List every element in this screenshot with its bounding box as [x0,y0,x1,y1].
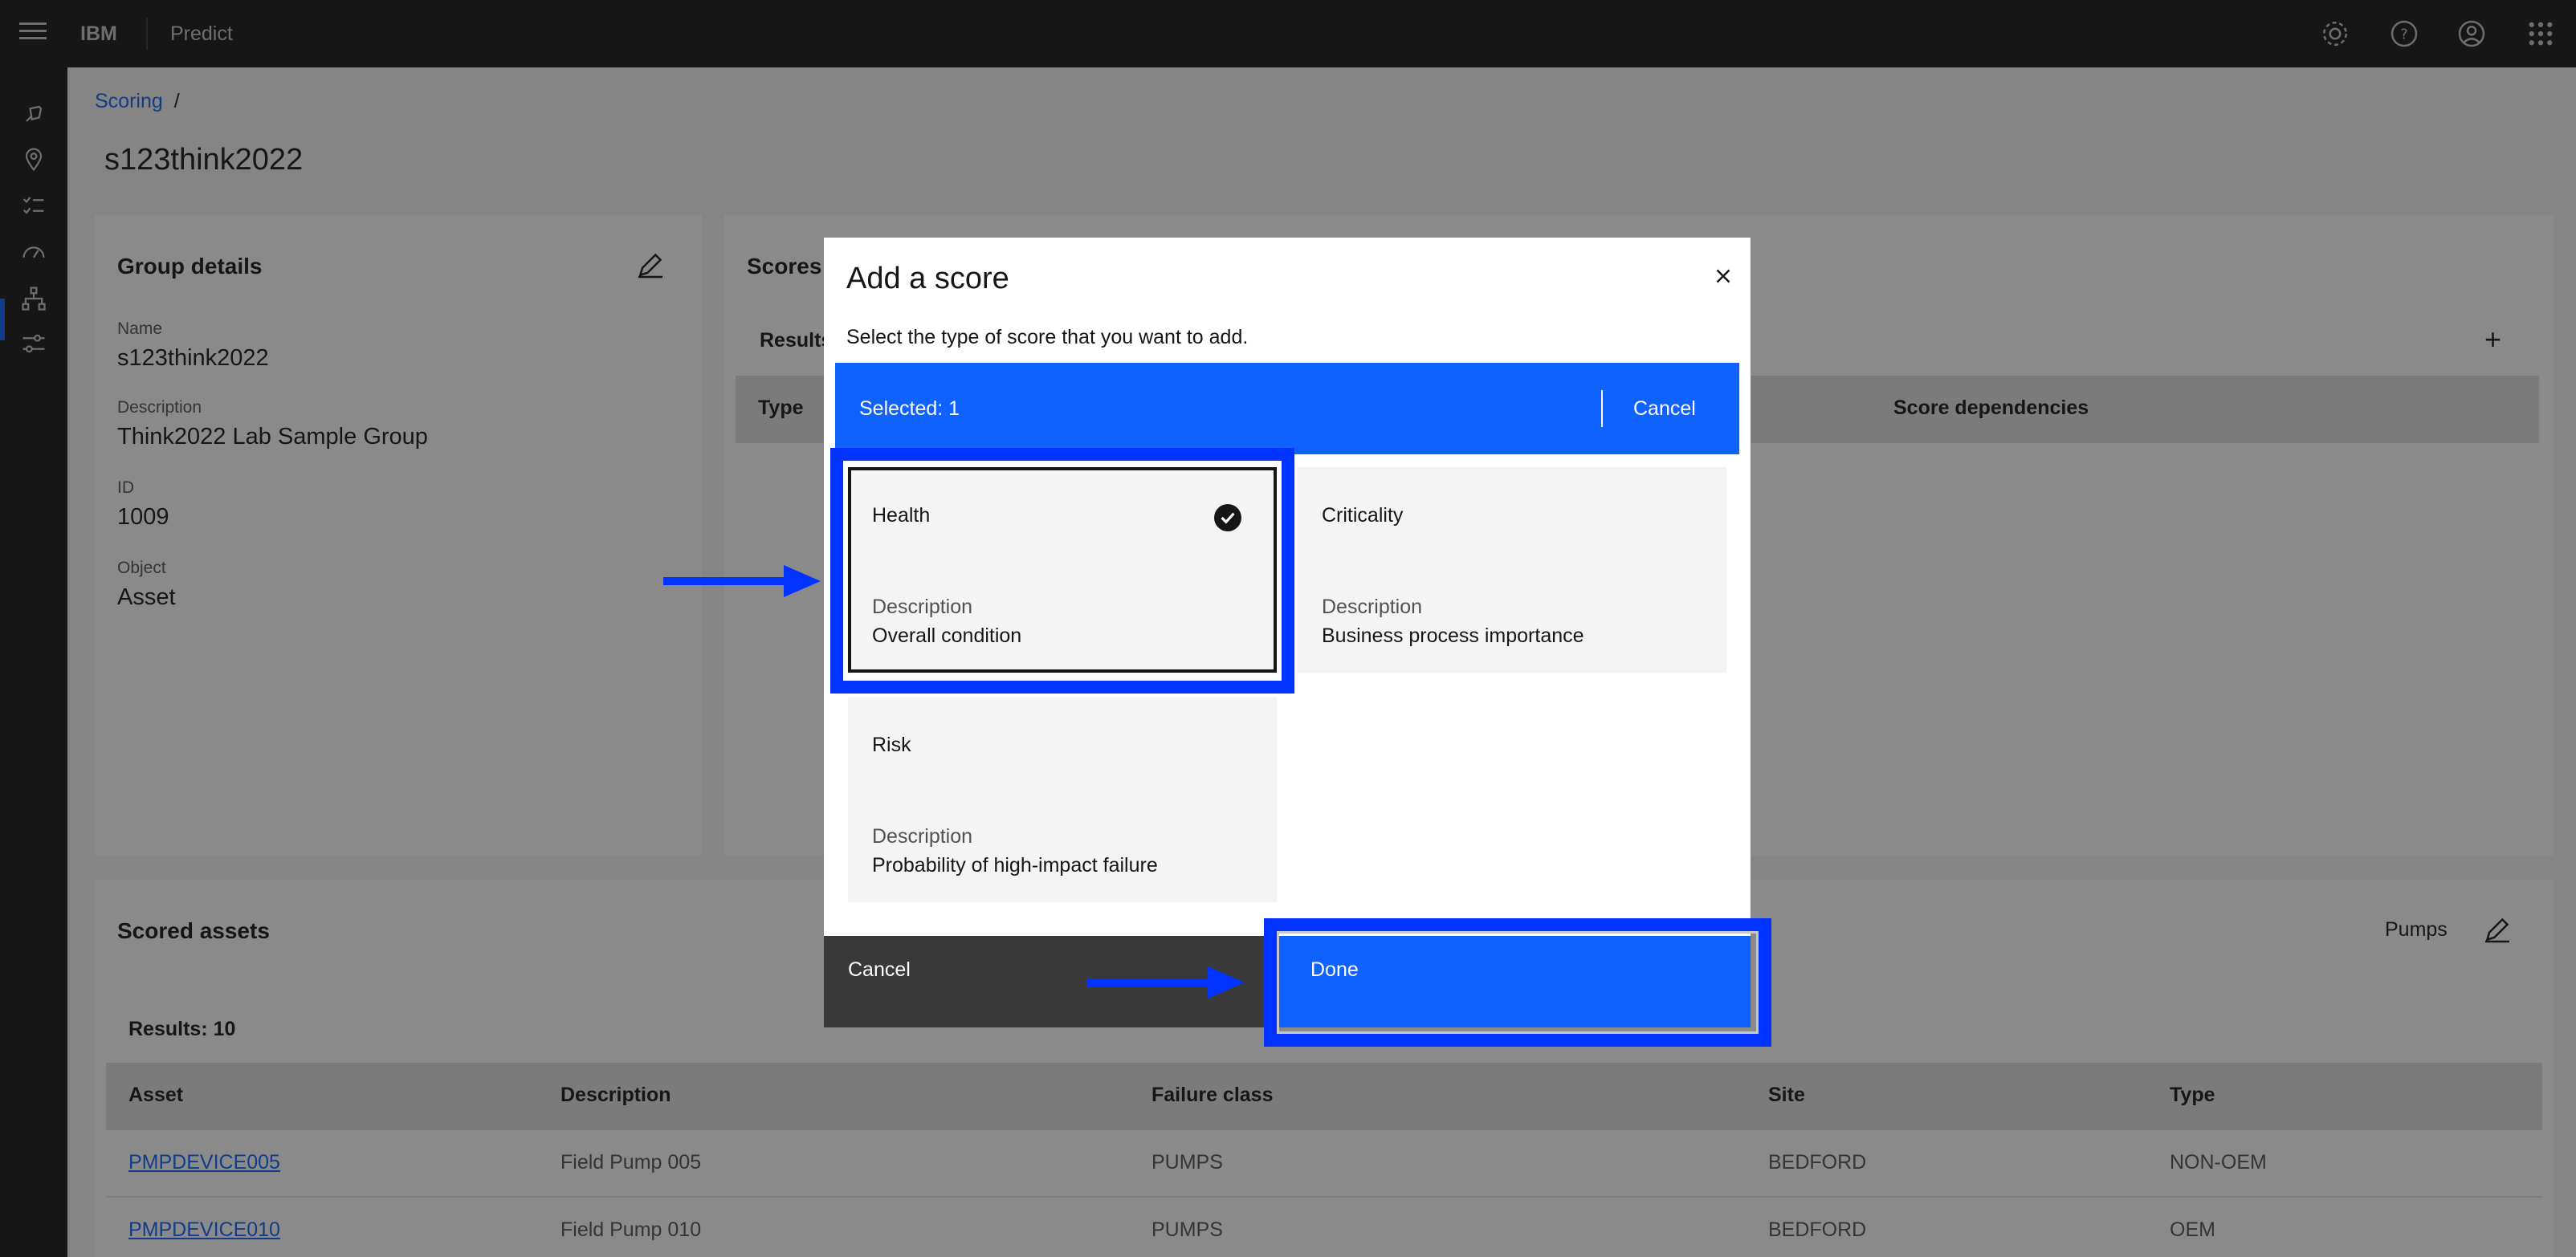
score-card-risk[interactable]: Risk Description Probability of high-imp… [848,697,1277,902]
card-desc-label: Description [1322,596,1423,618]
selection-bar: Selected: 1 Cancel [835,363,1739,454]
modal-subtitle: Select the type of score that you want t… [846,326,1249,348]
card-desc-label: Description [872,825,973,848]
score-card-criticality[interactable]: Criticality Description Business process… [1298,467,1726,673]
footer-cancel-label: Cancel [848,958,911,981]
selbar-cancel-button[interactable]: Cancel [1633,363,1696,454]
card-desc: Business process importance [1322,624,1584,647]
selbar-divider [1601,390,1603,427]
selected-count: Selected: 1 [859,397,960,420]
card-title: Criticality [1322,504,1404,527]
close-icon[interactable] [1707,260,1739,292]
card-title: Risk [872,734,911,756]
card-desc: Probability of high-impact failure [872,854,1158,877]
arrow-icon [663,565,821,597]
done-focus-ring [1277,931,1759,1034]
annotation-highlight-health [830,448,1294,694]
modal-title: Add a score [846,262,1009,295]
arrow-icon [1087,966,1245,999]
